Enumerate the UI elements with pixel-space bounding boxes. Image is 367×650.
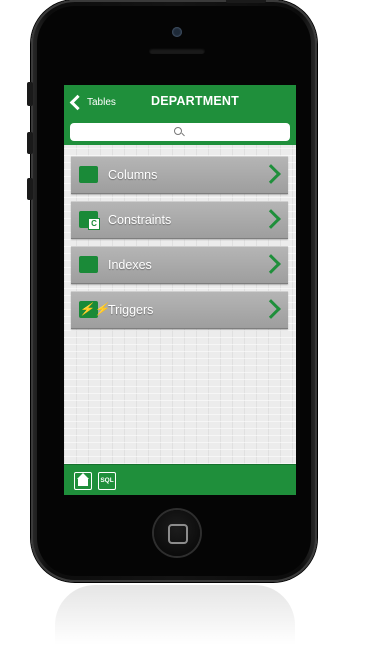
phone-reflection	[55, 585, 295, 645]
app-screen: Tables DEPARTMENT Columns C Constraints …	[64, 85, 296, 495]
search-icon	[174, 127, 182, 135]
earpiece-speaker	[149, 48, 205, 54]
chevron-right-icon	[261, 299, 281, 319]
menu-item-label: Triggers	[108, 303, 154, 317]
mute-switch	[27, 82, 33, 106]
menu-item-columns[interactable]: Columns	[71, 156, 288, 194]
indexes-list-icon	[79, 256, 98, 273]
home-hardware-button[interactable]	[154, 510, 200, 556]
table-options-list: Columns C Constraints Indexes ⚡⚡ Trigger…	[71, 156, 288, 336]
sql-button[interactable]: SQL	[98, 472, 116, 490]
menu-item-label: Indexes	[108, 258, 152, 272]
volume-down-button	[27, 178, 33, 200]
menu-item-label: Constraints	[108, 213, 172, 227]
sql-label: SQL	[100, 477, 114, 484]
navigation-bar: Tables DEPARTMENT	[64, 85, 296, 120]
bottom-toolbar: SQL	[64, 464, 296, 495]
front-camera	[172, 27, 182, 37]
menu-item-indexes[interactable]: Indexes	[71, 246, 288, 284]
home-button[interactable]	[74, 472, 92, 490]
search-bar	[64, 119, 296, 145]
chevron-right-icon	[261, 164, 281, 184]
menu-item-constraints[interactable]: C Constraints	[71, 201, 288, 239]
chevron-right-icon	[261, 254, 281, 274]
volume-up-button	[27, 132, 33, 154]
page-title: DEPARTMENT	[151, 94, 239, 108]
menu-item-label: Columns	[108, 168, 158, 182]
search-input[interactable]	[70, 123, 290, 141]
constraints-icon: C	[79, 211, 100, 230]
home-square-icon	[168, 524, 188, 544]
triggers-icon: ⚡⚡	[79, 301, 109, 318]
power-button	[226, 0, 266, 3]
home-icon	[77, 473, 89, 486]
chevron-right-icon	[261, 209, 281, 229]
columns-grid-icon	[79, 166, 98, 183]
menu-item-triggers[interactable]: ⚡⚡ Triggers	[71, 291, 288, 329]
